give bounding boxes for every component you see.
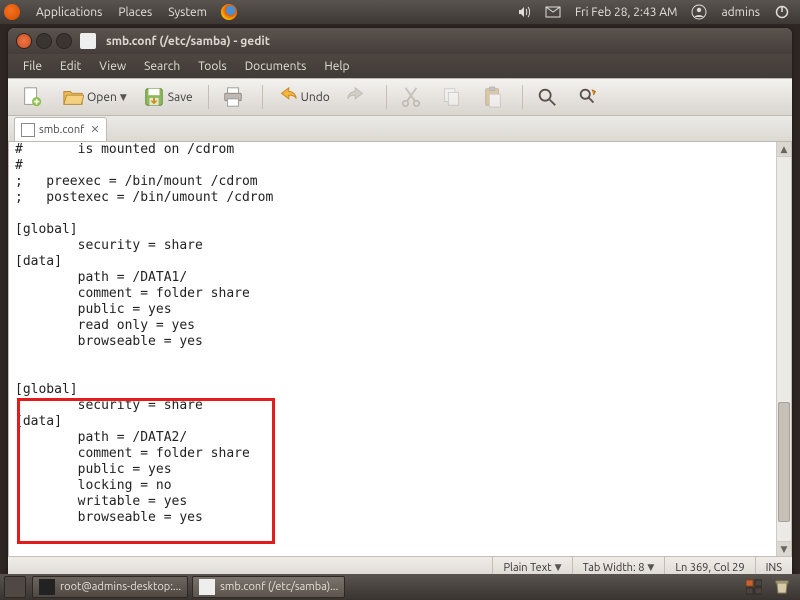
power-icon[interactable] (774, 4, 790, 20)
undo-button[interactable]: Undo (269, 82, 337, 112)
applications-menu[interactable]: Applications (28, 6, 110, 19)
places-menu[interactable]: Places (110, 6, 160, 19)
chevron-down-icon: ▼ (647, 562, 654, 573)
show-desktop-button[interactable] (4, 576, 26, 598)
toolbar-separator (522, 85, 523, 109)
find-replace-button[interactable] (570, 82, 609, 112)
paste-button[interactable] (475, 82, 514, 112)
menu-tools[interactable]: Tools (189, 60, 236, 73)
gedit-icon (199, 579, 215, 595)
user-switch-icon[interactable] (691, 4, 707, 20)
save-label: Save (168, 91, 193, 104)
username-label[interactable]: admins (713, 6, 768, 19)
system-menu[interactable]: System (160, 6, 215, 19)
document-icon (21, 123, 35, 137)
scroll-down-icon[interactable]: ▼ (777, 541, 791, 556)
menu-view[interactable]: View (90, 60, 135, 73)
menu-edit[interactable]: Edit (51, 60, 90, 73)
tab-close-icon[interactable]: ✕ (90, 123, 99, 136)
window-close-button[interactable] (16, 33, 32, 49)
undo-label: Undo (301, 91, 330, 104)
scroll-thumb[interactable] (778, 402, 790, 522)
save-button[interactable]: Save (136, 82, 200, 112)
mail-icon[interactable] (545, 4, 561, 20)
taskbar-label: root@admins-desktop:... (60, 581, 181, 593)
tab-smb-conf[interactable]: smb.conf ✕ (14, 117, 107, 141)
taskbar-item-gedit[interactable]: smb.conf (/etc/samba)... (192, 576, 345, 598)
open-button[interactable]: Open ▼ (55, 82, 134, 112)
taskbar-label: smb.conf (/etc/samba)... (220, 581, 338, 593)
chevron-down-icon: ▼ (555, 562, 562, 573)
toolbar: Open ▼ Save Undo (8, 78, 792, 116)
gedit-window: smb.conf (/etc/samba) - gedit File Edit … (8, 28, 792, 578)
terminal-icon (39, 579, 55, 595)
toolbar-separator (208, 85, 209, 109)
workspace-switcher-icon[interactable] (746, 579, 762, 595)
language-label: Plain Text (503, 562, 551, 574)
menu-file[interactable]: File (14, 60, 51, 73)
find-button[interactable] (529, 82, 568, 112)
tabwidth-value: 8 (638, 562, 644, 574)
window-minimize-button[interactable] (36, 33, 52, 49)
menu-search[interactable]: Search (135, 60, 189, 73)
open-dropdown-icon[interactable]: ▼ (120, 92, 127, 103)
vertical-scrollbar[interactable]: ▲ ▼ (776, 142, 791, 556)
window-title: smb.conf (/etc/samba) - gedit (106, 35, 270, 48)
volume-icon[interactable] (517, 4, 533, 20)
cut-button[interactable] (393, 82, 432, 112)
gnome-bottom-panel: root@admins-desktop:... smb.conf (/etc/s… (0, 574, 800, 600)
menu-help[interactable]: Help (315, 60, 358, 73)
redo-button[interactable] (339, 82, 378, 112)
text-editor[interactable]: # is mounted on /cdrom # ; preexec = /bi… (9, 142, 776, 556)
window-titlebar[interactable]: smb.conf (/etc/samba) - gedit (8, 28, 792, 54)
menubar: File Edit View Search Tools Documents He… (8, 54, 792, 78)
editor-area: # is mounted on /cdrom # ; preexec = /bi… (8, 142, 792, 556)
window-maximize-button[interactable] (56, 33, 72, 49)
scroll-up-icon[interactable]: ▲ (777, 142, 791, 157)
gnome-top-panel: Applications Places System Fri Feb 28, 2… (0, 0, 800, 24)
new-document-button[interactable] (14, 82, 53, 112)
toolbar-separator (386, 85, 387, 109)
open-label: Open (87, 91, 117, 104)
tab-strip: smb.conf ✕ (8, 116, 792, 142)
print-button[interactable] (215, 82, 254, 112)
tab-label: smb.conf (39, 124, 84, 136)
firefox-launcher-icon[interactable] (221, 4, 237, 20)
taskbar-item-terminal[interactable]: root@admins-desktop:... (32, 576, 188, 598)
gedit-app-icon (80, 33, 96, 49)
menu-documents[interactable]: Documents (236, 60, 316, 73)
tabwidth-label: Tab Width: (583, 562, 636, 574)
toolbar-separator (262, 85, 263, 109)
clock[interactable]: Fri Feb 28, 2:43 AM (567, 6, 685, 19)
copy-button[interactable] (434, 82, 473, 112)
trash-icon[interactable] (774, 579, 790, 595)
ubuntu-logo-icon[interactable] (4, 4, 20, 20)
